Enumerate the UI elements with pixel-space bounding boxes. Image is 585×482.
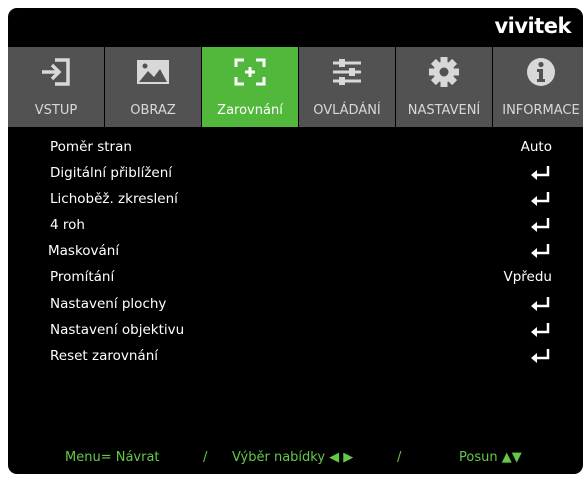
menu-item-reset-zarovnani[interactable]: Reset zarovnání bbox=[8, 345, 583, 369]
menu-item-nastaveni-plochy[interactable]: Nastavení plochy bbox=[8, 293, 583, 317]
enter-icon bbox=[531, 323, 550, 341]
tab-obraz[interactable]: OBRAZ bbox=[105, 47, 201, 127]
enter-icon bbox=[531, 349, 550, 367]
footer-help-bar: Menu= Návrat / Výběr nabídky ◀ ▶ / Posun… bbox=[8, 441, 583, 474]
footer-select-hint: Výběr nabídky ◀ ▶ bbox=[232, 450, 354, 465]
menu-item-label: Digitální přiblížení bbox=[50, 165, 173, 181]
menu-item-4-roh[interactable]: 4 roh bbox=[8, 214, 583, 238]
footer-separator: / bbox=[203, 450, 208, 465]
menu-item-label: Reset zarovnání bbox=[50, 348, 158, 364]
image-icon bbox=[105, 55, 201, 89]
tab-zarovnani[interactable]: Zarovnání bbox=[202, 47, 298, 127]
enter-icon bbox=[531, 244, 550, 262]
tab-bar: VSTUP OBRAZ Zarovnání OVLÁDÁNÍ NASTAVENÍ… bbox=[8, 47, 583, 127]
enter-icon bbox=[531, 297, 550, 315]
menu-item-label: Promítání bbox=[50, 269, 115, 285]
footer-separator: / bbox=[397, 450, 402, 465]
menu-item-maskovani[interactable]: Maskování bbox=[8, 240, 583, 264]
tab-informace[interactable]: INFORMACE bbox=[493, 47, 583, 127]
tab-label: OVLÁDÁNÍ bbox=[313, 103, 381, 118]
footer-menu-hint: Menu= Návrat bbox=[65, 450, 160, 465]
osd-menu: vivitek VSTUP OBRAZ Zarovnání OVLÁDÁNÍ N… bbox=[8, 8, 583, 474]
tab-label: NASTAVENÍ bbox=[407, 103, 481, 118]
tab-vstup[interactable]: VSTUP bbox=[8, 47, 104, 127]
menu-item-digitalni-priblizeni[interactable]: Digitální přiblížení bbox=[8, 162, 583, 186]
menu-item-promitani[interactable]: Promítání Vpředu bbox=[8, 266, 583, 290]
tab-ovladani[interactable]: OVLÁDÁNÍ bbox=[299, 47, 395, 127]
menu-item-label: Nastavení plochy bbox=[50, 296, 167, 312]
enter-icon bbox=[531, 166, 550, 184]
tab-label: INFORMACE bbox=[502, 103, 580, 118]
tab-nastaveni[interactable]: NASTAVENÍ bbox=[396, 47, 492, 127]
enter-icon bbox=[531, 218, 550, 236]
menu-item-value: Vpředu bbox=[503, 269, 553, 285]
input-icon bbox=[8, 55, 104, 89]
tab-label: VSTUP bbox=[34, 103, 78, 118]
brand-logo: vivitek bbox=[494, 14, 571, 38]
tab-label: OBRAZ bbox=[130, 103, 176, 118]
enter-icon bbox=[531, 192, 550, 210]
menu-item-pomer-stran[interactable]: Poměr stran Auto bbox=[8, 136, 583, 160]
alignment-icon bbox=[202, 55, 298, 89]
menu-item-value: Auto bbox=[520, 139, 552, 155]
sliders-icon bbox=[299, 55, 395, 89]
info-icon bbox=[493, 55, 583, 89]
menu-item-label: Nastavení objektivu bbox=[50, 322, 185, 338]
footer-move-hint: Posun ▲▼ bbox=[459, 450, 522, 465]
menu-item-nastaveni-objektivu[interactable]: Nastavení objektivu bbox=[8, 319, 583, 343]
menu-item-label: Maskování bbox=[48, 243, 120, 259]
gear-icon bbox=[396, 55, 492, 89]
brand-bar: vivitek bbox=[8, 8, 583, 43]
menu-item-lichobez-zkresleni[interactable]: Lichoběž. zkreslení bbox=[8, 188, 583, 212]
tab-label: Zarovnání bbox=[217, 103, 283, 118]
menu-item-label: Poměr stran bbox=[50, 139, 132, 155]
menu-item-label: Lichoběž. zkreslení bbox=[50, 191, 178, 207]
menu-item-label: 4 roh bbox=[50, 217, 85, 233]
